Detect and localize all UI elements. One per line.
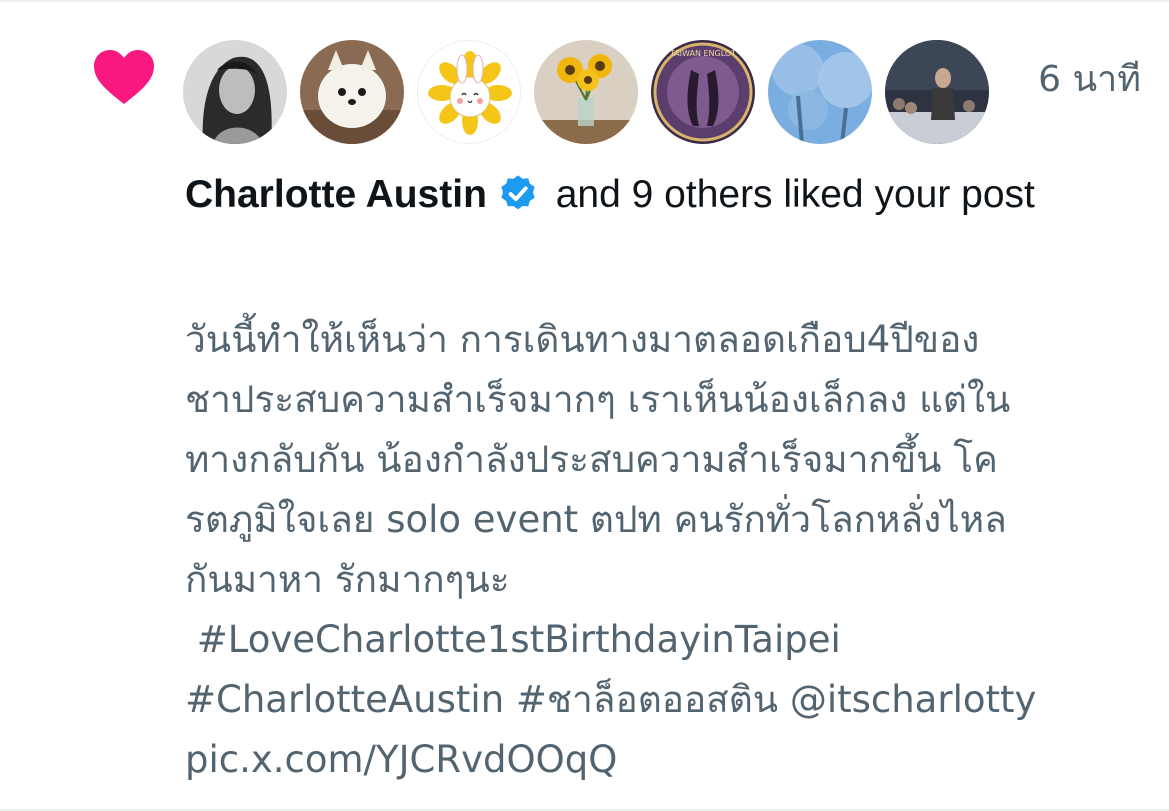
post-preview[interactable]: วันนี้ทำให้เห็นว่า การเดินทางมาตลอดเกือบ… [185, 310, 1145, 790]
like-notification[interactable]: TAIWAN ENGLOT 6 นาที Charlotte Austin an… [0, 0, 1169, 811]
avatar-bunny-sunflower[interactable] [417, 40, 521, 144]
hashtag-mention-line[interactable]: #CharlotteAustin #ชาล็อตออสติน @itscharl… [185, 670, 1145, 730]
avatar-pomeranian[interactable] [300, 40, 404, 144]
hashtag-line[interactable]: #LoveCharlotte1stBirthdayinTaipei [185, 610, 1145, 670]
verified-badge-icon [501, 175, 535, 210]
avatar-charlotte-austin[interactable] [183, 40, 287, 144]
avatar-blue-trees[interactable] [768, 40, 872, 144]
timestamp: 6 นาที [1038, 59, 1141, 100]
avatar-concert[interactable] [885, 40, 989, 144]
post-line: ชาประสบความสำเร็จมากๆ เราเห็นน้องเล็กลง … [185, 378, 1011, 421]
media-link[interactable]: pic.x.com/YJCRvdOOqQ [185, 730, 1145, 790]
liked-text: and 9 others liked your post [555, 173, 1035, 216]
heart-icon [94, 50, 154, 104]
avatar-fanclub-badge[interactable]: TAIWAN ENGLOT [651, 40, 755, 144]
post-line: รตภูมิใจเลย solo event ตปท คนรักทั่วโลกห… [185, 498, 1007, 541]
liked-summary: Charlotte Austin and 9 others liked your… [185, 168, 1115, 222]
post-line: วันนี้ทำให้เห็นว่า การเดินทางมาตลอดเกือบ… [185, 318, 980, 361]
badge-text: TAIWAN ENGLOT [669, 49, 736, 58]
avatar-sunflower-vase[interactable] [534, 40, 638, 144]
author-name[interactable]: Charlotte Austin [185, 173, 487, 216]
post-line: กันมาหา รักมากๆนะ [185, 558, 510, 601]
liker-avatars: TAIWAN ENGLOT [183, 40, 1002, 146]
post-line: ทางกลับกัน น้องกำลังประสบความสำเร็จมากขึ… [185, 438, 998, 481]
